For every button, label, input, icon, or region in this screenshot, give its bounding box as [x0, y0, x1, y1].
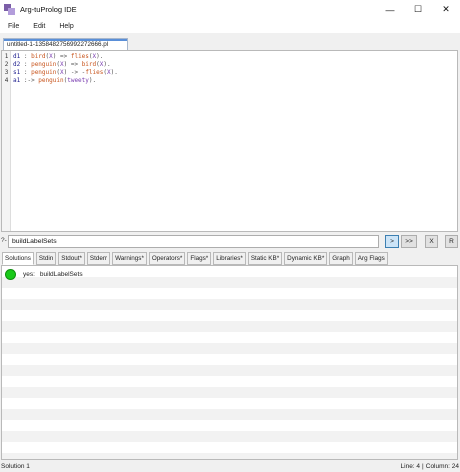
- result-row-background: [2, 442, 457, 453]
- solutions-panel: yes: buildLabelSets: [1, 265, 458, 460]
- status-column: Column: 24: [425, 463, 459, 470]
- result-row-background: [2, 376, 457, 387]
- line-number: 3: [4, 69, 9, 76]
- menu-edit[interactable]: Edit: [25, 23, 51, 30]
- tab-graph[interactable]: Graph: [329, 252, 353, 265]
- success-indicator-icon: [5, 268, 16, 280]
- code-line[interactable]: 1 d1 : bird(X) => flies(X).: [2, 53, 104, 61]
- code-text: a1 :-> penguin(tweety).: [11, 77, 96, 85]
- code-token: penguin: [31, 69, 57, 76]
- code-line[interactable]: 3 s1 : penguin(X) -> -flies(X).: [2, 69, 118, 77]
- tab-stderr[interactable]: Stderr: [86, 252, 111, 265]
- code-token: ).: [110, 69, 118, 76]
- code-token: :: [20, 53, 32, 60]
- editor-file-tab[interactable]: untitled-1-1358482756992272666.pl: [3, 38, 128, 50]
- result-row-background: [2, 299, 457, 310]
- window-title: Arg-tuProlog IDE: [20, 5, 77, 14]
- tab-dynamic-kb[interactable]: Dynamic KB*: [284, 252, 328, 265]
- editor-tab-strip: untitled-1-1358482756992272666.pl: [0, 36, 460, 50]
- result-row-background: [2, 332, 457, 343]
- result-row-background: [2, 409, 457, 420]
- query-bar: ?- > >> X R: [0, 233, 460, 250]
- result-row-background: [2, 288, 457, 299]
- code-token: flies: [70, 53, 89, 60]
- status-line: Line: 4: [400, 463, 421, 470]
- code-token: ).: [88, 77, 97, 84]
- stop-button[interactable]: X: [425, 235, 438, 248]
- line-number: 1: [4, 53, 9, 60]
- code-token: ).: [96, 53, 104, 60]
- code-token: penguin: [38, 77, 64, 84]
- result-row-background: [2, 398, 457, 409]
- code-editor[interactable]: 1 d1 : bird(X) => flies(X). 2 d2 : penguin(…: [1, 50, 458, 232]
- code-token: flies: [85, 69, 104, 76]
- result-tabs: Solutions Stdin Stdout* Stderr Warnings* Oper…: [2, 252, 390, 265]
- line-number: 4: [4, 77, 9, 84]
- code-text: d2 : penguin(X) => bird(X).: [11, 61, 111, 69]
- tab-arg-flags[interactable]: Arg Flags: [354, 252, 388, 265]
- tab-static-kb[interactable]: Static KB*: [247, 252, 283, 265]
- tab-flags[interactable]: Flags*: [187, 252, 212, 265]
- code-token: :: [20, 69, 32, 76]
- menu-file[interactable]: File: [0, 23, 25, 30]
- code-token: :->: [20, 77, 39, 84]
- result-row-background: [2, 321, 457, 332]
- query-prompt: ?-: [1, 237, 7, 244]
- line-number: 2: [4, 61, 9, 68]
- code-text: s1 : penguin(X) -> -flies(X).: [11, 69, 118, 77]
- code-text: d1 : bird(X) => flies(X).: [11, 53, 103, 61]
- result-row-background: [2, 387, 457, 398]
- result-row-background: [2, 431, 457, 442]
- next-solution-button[interactable]: >>: [401, 235, 417, 248]
- tab-operators[interactable]: Operators*: [148, 252, 186, 265]
- code-token: bird: [31, 53, 46, 60]
- code-line[interactable]: 2 d2 : penguin(X) => bird(X).: [2, 61, 111, 69]
- result-row-background: [2, 365, 457, 376]
- code-token: bird: [81, 61, 97, 68]
- solution-value: buildLabelSets: [39, 270, 83, 278]
- tab-libraries[interactable]: Libraries*: [213, 252, 246, 265]
- code-token: tweety: [67, 77, 89, 84]
- maximize-button[interactable]: ☐: [404, 0, 432, 19]
- status-bar: Solution 1 Line: 4 | Column: 24: [0, 461, 460, 472]
- result-row-background: [2, 343, 457, 354]
- tab-stdout[interactable]: Stdout*: [58, 252, 85, 265]
- app-icon: [4, 4, 15, 15]
- result-row-background: [2, 453, 457, 459]
- code-token: ) =>: [52, 53, 71, 60]
- minimize-button[interactable]: —: [376, 0, 404, 19]
- solution-status: yes:: [23, 270, 35, 278]
- tab-solutions[interactable]: Solutions: [2, 252, 34, 265]
- code-token: ) -> -: [63, 69, 86, 76]
- code-line[interactable]: 4 a1 :-> penguin(tweety).: [2, 77, 96, 85]
- close-button[interactable]: ✕: [432, 0, 460, 19]
- code-token: :: [20, 61, 32, 68]
- solution-row[interactable]: yes: buildLabelSets: [5, 268, 83, 280]
- status-separator: |: [422, 463, 424, 470]
- tab-stdin[interactable]: Stdin: [35, 252, 57, 265]
- code-token: penguin: [31, 61, 57, 68]
- menu-help[interactable]: Help: [51, 23, 79, 30]
- tab-warnings[interactable]: Warnings*: [112, 252, 147, 265]
- run-query-button[interactable]: >: [385, 235, 399, 248]
- query-input[interactable]: [8, 235, 379, 248]
- code-token: ).: [103, 61, 111, 68]
- code-token: ) =>: [63, 61, 82, 68]
- status-solution: Solution 1: [1, 463, 30, 470]
- result-row-background: [2, 420, 457, 431]
- title-bar: Arg-tuProlog IDE — ☐ ✕: [0, 0, 460, 19]
- result-row-background: [2, 310, 457, 321]
- result-row-background: [2, 354, 457, 365]
- reset-button[interactable]: R: [445, 235, 458, 248]
- menu-bar: File Edit Help: [0, 19, 460, 33]
